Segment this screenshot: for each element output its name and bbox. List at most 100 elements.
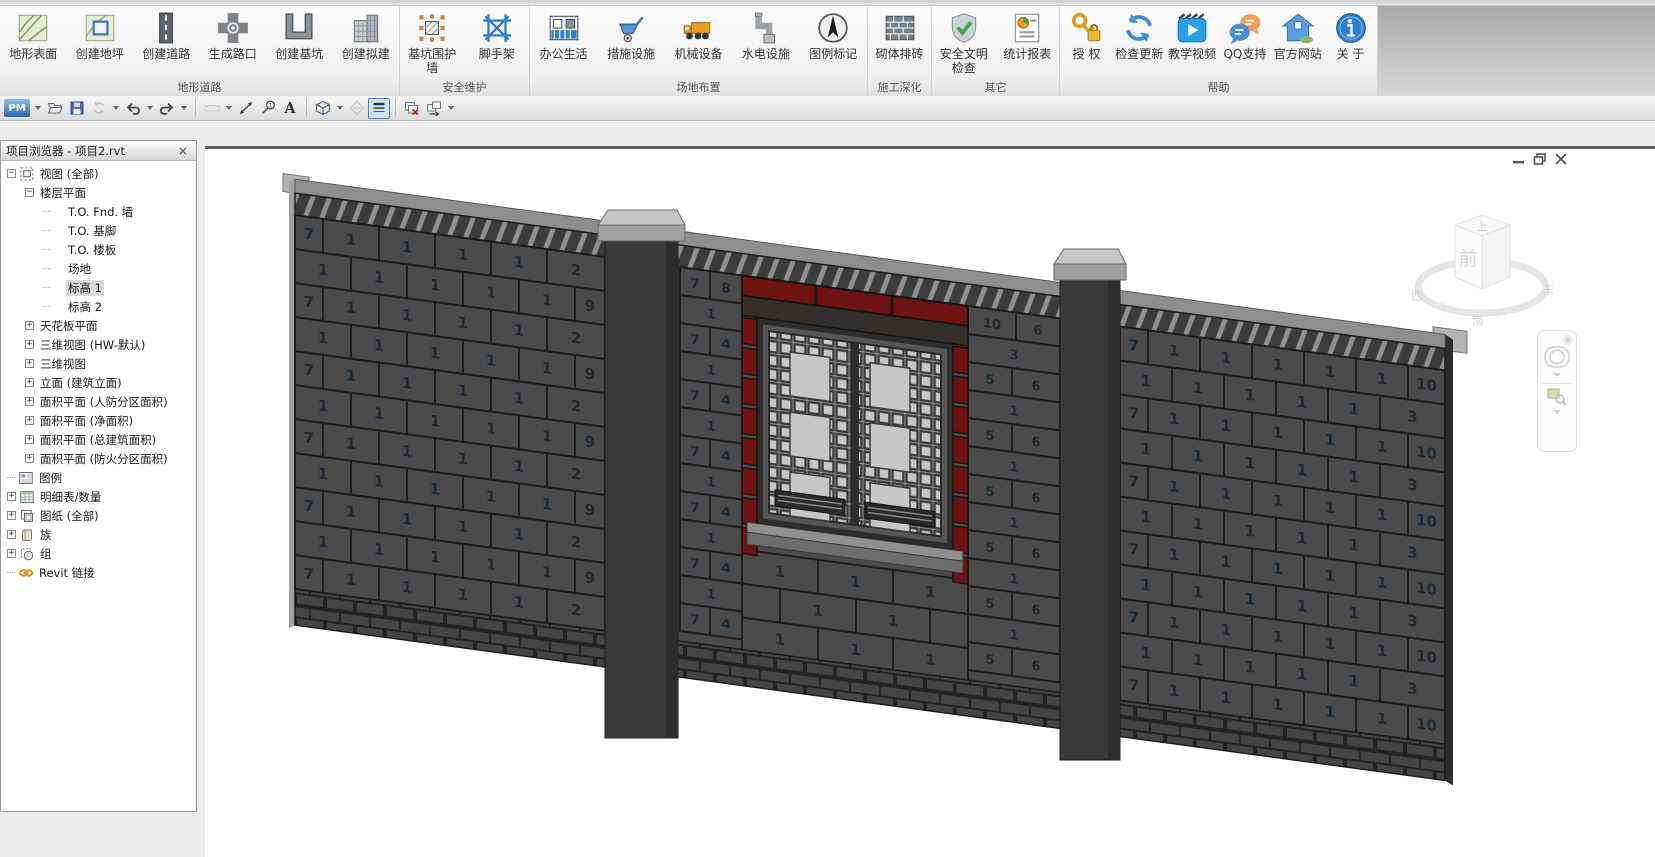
ribbon-button-official-website[interactable]: 官方网站 [1271, 9, 1324, 61]
expand-icon[interactable]: + [25, 416, 34, 425]
navbar-close-icon[interactable]: x [1563, 335, 1573, 345]
ribbon-button-measure-facility[interactable]: 措施设施 [602, 9, 660, 61]
viewcube-east-label[interactable]: 东 [1542, 283, 1554, 297]
restore-icon[interactable] [1533, 150, 1547, 162]
tree-item-6[interactable]: 标高 1 [1, 278, 196, 297]
redo-icon[interactable] [156, 98, 178, 119]
app-menu-button[interactable]: PM [4, 99, 30, 117]
expand-icon[interactable]: + [7, 511, 16, 520]
zoom-region-icon[interactable] [1546, 386, 1568, 406]
save-icon[interactable] [66, 98, 88, 119]
open-icon[interactable] [44, 98, 66, 119]
expand-icon[interactable]: + [7, 530, 16, 539]
expand-icon[interactable]: + [25, 397, 34, 406]
tree-item-16[interactable]: 图例 [1, 468, 196, 487]
dropdown-caret-icon[interactable] [226, 106, 232, 110]
expand-icon[interactable]: + [25, 378, 34, 387]
expand-icon[interactable]: + [25, 340, 34, 349]
ribbon-button-stats-report[interactable]: 统计报表 [998, 9, 1056, 61]
dropdown-caret-icon[interactable] [181, 106, 187, 110]
tag-icon[interactable]: 1 [257, 98, 279, 119]
ribbon-button-safety-check[interactable]: 安全文明检查 [935, 9, 993, 75]
tree-item-5[interactable]: 场地 [1, 259, 196, 278]
minimize-icon[interactable] [1512, 150, 1526, 162]
ribbon-button-create-pit[interactable]: 创建基坑 [270, 9, 328, 61]
ribbon-button-create-ground[interactable]: 创建地坪 [71, 9, 129, 61]
close-icon[interactable]: × [175, 144, 191, 158]
tree-item-15[interactable]: +面积平面 (防火分区面积) [1, 449, 196, 468]
ribbon-button-generate-intersection[interactable]: 生成路口 [204, 9, 262, 61]
dropdown-caret-icon[interactable] [337, 106, 343, 110]
viewcube-front-face[interactable]: 前 [1458, 248, 1477, 270]
expand-icon[interactable]: + [7, 549, 16, 558]
ribbon-button-license[interactable]: 授 权 [1060, 9, 1113, 61]
ribbon-button-pit-enclosure-wall[interactable]: 基坑围护墙 [403, 9, 461, 75]
tree-item-9[interactable]: +三维视图 (HW-默认) [1, 335, 196, 354]
collapse-icon[interactable]: − [7, 169, 16, 178]
aligned-dim-icon[interactable] [235, 98, 257, 119]
ribbon-button-check-update[interactable]: 检查更新 [1113, 9, 1166, 61]
tree-item-2[interactable]: T.O. Fnd. 墙 [1, 202, 196, 221]
tree-item-14[interactable]: +面积平面 (总建筑面积) [1, 430, 196, 449]
undo-icon[interactable] [122, 98, 144, 119]
collapse-icon[interactable]: − [25, 188, 34, 197]
ribbon-button-machinery[interactable]: 机械设备 [669, 9, 727, 61]
tree-item-19[interactable]: +族 [1, 525, 196, 544]
ribbon-button-create-road[interactable]: 创建道路 [137, 9, 195, 61]
navbar-wheel-caret-icon[interactable] [1553, 373, 1561, 377]
dropdown-caret-icon[interactable] [113, 106, 119, 110]
dropdown-caret-icon[interactable] [448, 106, 454, 110]
dropdown-caret-icon[interactable] [35, 106, 41, 110]
ribbon-button-create-proposed[interactable]: 创建拟建 [337, 9, 395, 61]
measure-icon[interactable] [201, 98, 223, 119]
dropdown-caret-icon[interactable] [147, 106, 153, 110]
steering-wheel-icon[interactable] [1544, 345, 1570, 369]
tree-item-3[interactable]: T.O. 基脚 [1, 221, 196, 240]
expand-icon[interactable]: + [25, 359, 34, 368]
ribbon-button-scaffold[interactable]: 脚手架 [468, 9, 526, 61]
sync-icon[interactable] [88, 98, 110, 119]
tree-item-18[interactable]: +图纸 (全部) [1, 506, 196, 525]
tree-item-17[interactable]: +明细表/数量 [1, 487, 196, 506]
section-icon[interactable] [346, 98, 368, 119]
viewcube-top-face[interactable]: 上 [1477, 220, 1488, 233]
project-browser-titlebar[interactable]: 项目浏览器 - 项目2.rvt × [1, 141, 196, 161]
expand-icon[interactable]: + [25, 321, 34, 330]
ribbon-button-terrain-surface[interactable]: 地形表面 [4, 9, 62, 61]
3d-model-view[interactable]: 7111121111197111121111197111121111197111… [205, 137, 1655, 857]
ribbon-button-mep-facility[interactable]: 水电设施 [737, 9, 795, 61]
expand-icon[interactable]: + [7, 492, 16, 501]
tree-item-7[interactable]: 标高 2 [1, 297, 196, 316]
tree-item-0[interactable]: −视图 (全部) [1, 164, 196, 183]
close-icon[interactable] [1554, 150, 1568, 162]
text-icon[interactable]: A [279, 98, 301, 119]
viewcube-south-label[interactable]: 南 [1472, 313, 1484, 328]
default-3d-icon[interactable] [312, 98, 334, 119]
expand-icon[interactable]: + [25, 435, 34, 444]
ribbon-button-qq-support[interactable]: QQ支持 [1218, 9, 1271, 61]
tree-item-4[interactable]: T.O. 楼板 [1, 240, 196, 259]
close-hidden-icon[interactable] [401, 98, 423, 119]
viewcube-west-label[interactable]: 西 [1411, 289, 1423, 303]
ribbon-button-about[interactable]: 关 于 [1324, 9, 1377, 61]
thin-lines-icon[interactable] [368, 98, 390, 119]
switch-windows-icon[interactable] [423, 98, 445, 119]
tree-item-12[interactable]: +面积平面 (人防分区面积) [1, 392, 196, 411]
ribbon-button-office-life[interactable]: 办公生活 [535, 9, 593, 61]
expand-icon[interactable]: + [25, 454, 34, 463]
viewcube[interactable]: 前 上西南 东 [1411, 215, 1554, 328]
ribbon-button-tutorial-video[interactable]: 教学视频 [1166, 9, 1219, 61]
ribbon-button-legend-mark[interactable]: 图例标记 [804, 9, 862, 61]
tree-item-21[interactable]: Revit 链接 [1, 563, 196, 582]
ribbon-button-masonry-layout[interactable]: 砌体排砖 [871, 9, 929, 61]
tree-item-8[interactable]: +天花板平面 [1, 316, 196, 335]
pillar-1[interactable] [1054, 249, 1126, 760]
tree-item-13[interactable]: +面积平面 (净面积) [1, 411, 196, 430]
navbar-zoom-caret-icon[interactable] [1553, 410, 1561, 414]
tree-item-11[interactable]: +立面 (建筑立面) [1, 373, 196, 392]
wall-3d-group[interactable]: 7111121111197111121111197111121111197111… [283, 172, 1467, 788]
tree-item-20[interactable]: +组 [1, 544, 196, 563]
pillar-0[interactable] [598, 210, 685, 738]
tree-item-10[interactable]: +三维视图 [1, 354, 196, 373]
tree-item-1[interactable]: −楼层平面 [1, 183, 196, 202]
